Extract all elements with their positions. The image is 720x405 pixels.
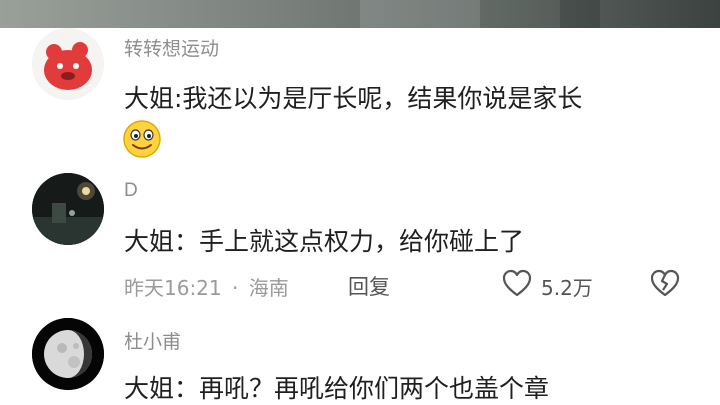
comment-item: D 大姐：手上就这点权力，给你碰上了 昨天16:21 · 海南 回复 5.2万 <box>0 170 720 310</box>
comment-item: 杜小甫 大姐：再吼？再吼给你们两个也盖个章 <box>0 310 720 405</box>
grinning-face-icon <box>123 120 161 158</box>
reply-button[interactable]: 回复 <box>348 271 390 301</box>
night-street-icon <box>32 173 104 245</box>
heart-like-icon[interactable] <box>501 268 533 298</box>
comment-location: 海南 <box>248 276 289 300</box>
comment-text: 大姐：手上就这点权力，给你碰上了 <box>124 227 525 256</box>
avatar[interactable] <box>32 318 104 390</box>
comment-username[interactable]: 转转想运动 <box>124 34 219 61</box>
comment-text: 大姐:我还以为是厅长呢，结果你说是家长 <box>124 84 583 113</box>
comment-username[interactable]: D <box>124 180 138 202</box>
comment-item: 转转想运动 大姐:我还以为是厅长呢，结果你说是家长 <box>0 0 720 170</box>
red-bear-icon <box>32 28 104 100</box>
moon-icon <box>32 318 104 390</box>
comment-time: 昨天16:21 <box>124 276 222 300</box>
avatar[interactable] <box>32 28 104 100</box>
like-count: 5.2万 <box>541 276 593 300</box>
comment-text: 大姐：再吼？再吼给你们两个也盖个章 <box>124 374 550 403</box>
comment-username[interactable]: 杜小甫 <box>124 327 181 354</box>
comment-meta: 昨天16:21 · 海南 <box>124 272 289 301</box>
avatar[interactable] <box>32 173 104 245</box>
meta-separator: · <box>232 276 239 300</box>
broken-heart-dislike-icon[interactable] <box>649 268 681 298</box>
